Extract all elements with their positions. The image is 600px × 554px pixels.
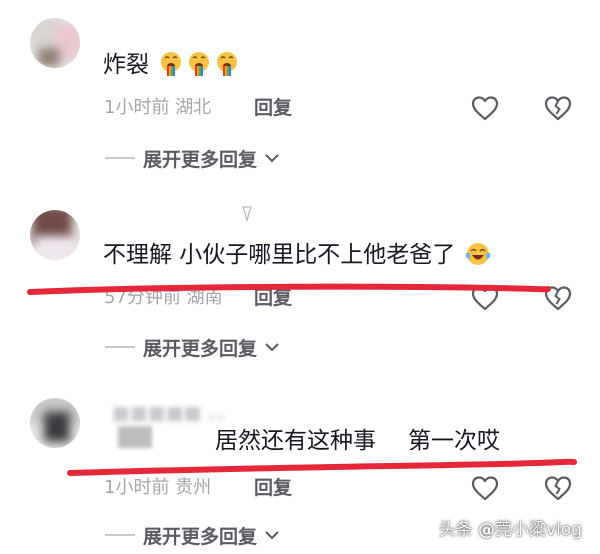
comment-location: 贵州 xyxy=(175,477,212,498)
avatar[interactable] xyxy=(30,210,80,260)
chevron-down-icon xyxy=(265,154,279,163)
comment-text: 不理解 小伙子哪里比不上他老爸了 xyxy=(103,242,456,268)
comment-meta: 1小时前 贵州 xyxy=(104,476,211,500)
divider-line xyxy=(105,346,135,348)
avatar[interactable] xyxy=(30,18,80,68)
username-redaction xyxy=(118,426,152,448)
dislike-broken-heart-icon[interactable] xyxy=(543,284,573,312)
watermark-at: @ xyxy=(478,520,496,540)
comment-content: 居然还有这种事 第一次哎 xyxy=(215,426,500,456)
expand-replies-button[interactable]: 展开更多回复 xyxy=(105,522,281,548)
dislike-broken-heart-icon[interactable] xyxy=(543,94,573,122)
reply-button[interactable]: 回复 xyxy=(254,286,292,310)
chevron-down-icon xyxy=(265,531,279,540)
tears-of-joy-emoji-icon xyxy=(465,243,490,265)
comment-text: 炸裂 xyxy=(103,52,149,78)
comment-location: 湖北 xyxy=(175,97,212,118)
red-underline-annotation xyxy=(27,283,577,476)
expand-replies-label: 展开更多回复 xyxy=(143,148,258,171)
watermark: 头条 @莞小粱vlog xyxy=(439,515,582,540)
comment-meta: 57分钟前 湖南 xyxy=(104,286,223,310)
expand-replies-button[interactable]: 展开更多回复 xyxy=(105,145,281,171)
username: ■■■■■ 。。 xyxy=(112,402,237,424)
comment-text-part2: 第一次哎 xyxy=(408,428,500,454)
comment-meta: 1小时前 湖北 xyxy=(104,96,211,120)
divider-line xyxy=(105,157,135,159)
expand-replies-label: 展开更多回复 xyxy=(143,525,258,548)
chevron-down-icon xyxy=(265,343,279,352)
reply-button[interactable]: 回复 xyxy=(254,96,292,120)
comment-content: 不理解 小伙子哪里比不上他老爸了 xyxy=(103,240,491,270)
watermark-prefix: 头条 xyxy=(438,520,473,540)
underline-stroke xyxy=(67,458,577,476)
vomit-rainbow-emoji-icon xyxy=(217,52,238,76)
like-heart-icon[interactable] xyxy=(470,474,500,502)
comment-time: 57分钟前 xyxy=(104,287,181,308)
expand-replies-label: 展开更多回复 xyxy=(143,337,258,360)
dislike-broken-heart-icon[interactable] xyxy=(543,474,573,502)
expand-replies-button[interactable]: 展开更多回复 xyxy=(105,334,281,360)
pin-marker-icon xyxy=(242,206,252,222)
like-heart-icon[interactable] xyxy=(470,284,500,312)
comment-text-part1: 居然还有这种事 xyxy=(215,428,376,454)
like-heart-icon[interactable] xyxy=(470,94,500,122)
comment-time: 1小时前 xyxy=(104,477,170,498)
divider-line xyxy=(105,534,135,536)
watermark-handle: 莞小粱vlog xyxy=(495,520,582,540)
comment-location: 湖南 xyxy=(186,287,223,308)
comment-time: 1小时前 xyxy=(104,97,170,118)
reply-button[interactable]: 回复 xyxy=(254,476,292,500)
comment-content: 炸裂 xyxy=(103,50,240,80)
vomit-rainbow-emoji-icon xyxy=(189,52,210,76)
avatar[interactable] xyxy=(30,398,80,448)
vomit-rainbow-emoji-icon xyxy=(161,52,182,76)
